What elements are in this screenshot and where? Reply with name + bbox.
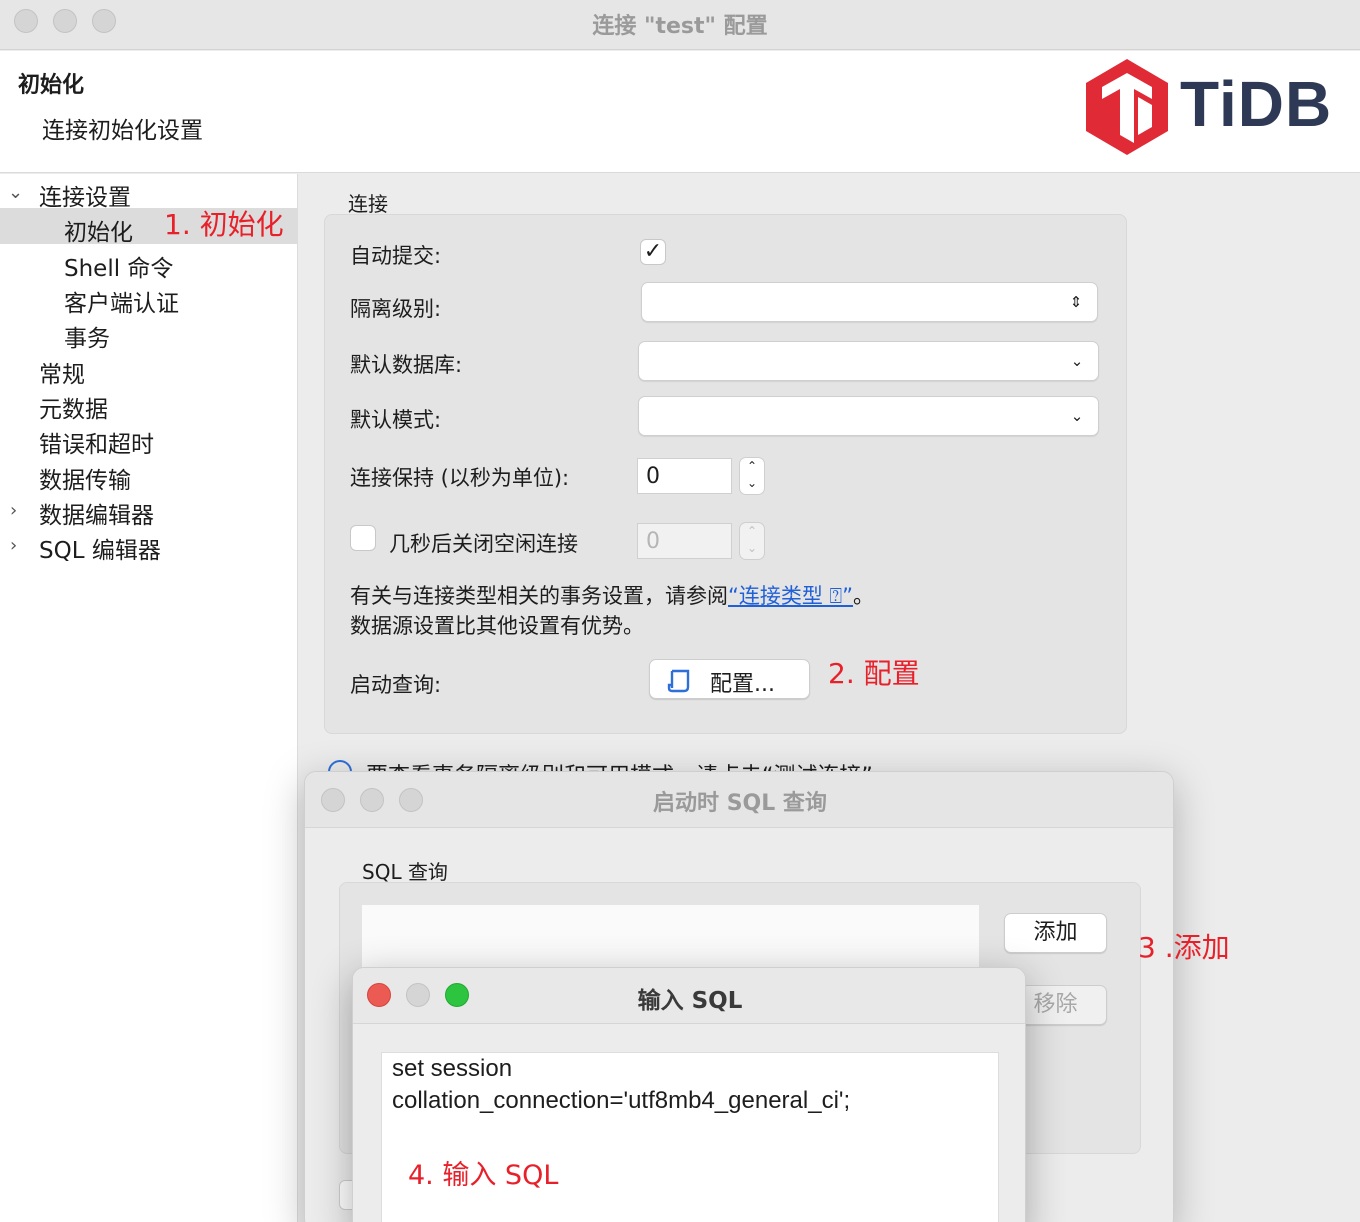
default-db-label: 默认数据库: [350,353,463,377]
annotation-step2: 2. 配置 [828,657,920,690]
hint-row: 要查看事务隔离级别和可用模式，请点击“测试连接” [328,758,1128,772]
startup-sql-dialog-titlebar: 启动时 SQL 查询 [305,772,1173,828]
configure-button-label: 配置... [710,672,775,697]
enter-sql-dialog-title: 输入 SQL [637,988,743,1014]
title-bar: 连接 "test" 配置 [0,0,1360,50]
enter-sql-dialog: 输入 SQL set session collation_connection=… [352,967,1026,1222]
datasource-info-text: 数据源设置比其他设置有优势。 [350,614,644,638]
sql-query-list[interactable] [362,905,979,969]
close-idle-label: 几秒后关闭空闲连接 [389,532,578,556]
sql-query-group-label: SQL 查询 [362,860,448,884]
sidebar-item-data-editor[interactable]: 数据编辑器 [39,496,154,530]
connection-group-label: 连接 [348,192,388,216]
sidebar-item-data-transfer[interactable]: 数据传输 [39,461,131,495]
page-title: 初始化 [18,73,85,98]
sidebar-item-client-auth[interactable]: 客户端认证 [64,284,179,318]
info-text-prefix: 有关与连接类型相关的事务设置，请参阅 [350,584,728,608]
chevron-down-icon: ⌄ [1070,407,1084,425]
tidb-logo-icon [1086,59,1168,155]
sidebar-item-general[interactable]: 常规 [39,355,85,389]
keepalive-label: 连接保持 (以秒为单位): [350,466,570,490]
sidebar-item-metadata[interactable]: 元数据 [39,390,108,424]
transaction-info-text: 有关与连接类型相关的事务设置，请参阅“连接类型 ⍰”。 [350,580,874,610]
sidebar: ⌄ 连接设置 初始化 Shell 命令 客户端认证 事务 常规 元数据 错误和超… [0,174,298,1222]
close-idle-checkbox[interactable] [350,525,376,551]
chevron-right-icon[interactable]: › [10,500,17,521]
script-icon [667,669,690,693]
default-schema-label: 默认模式: [350,408,442,432]
startup-sql-dialog-title: 启动时 SQL 查询 [653,791,827,816]
hint-text: 要查看事务隔离级别和可用模式，请点击“测试连接” [366,758,873,772]
sidebar-item-transactions[interactable]: 事务 [64,319,110,353]
sql-textarea[interactable]: set session collation_connection='utf8mb… [381,1052,999,1222]
sidebar-item-connection-settings[interactable]: 连接设置 [39,178,131,212]
keepalive-stepper[interactable]: ⌃ ⌄ [739,457,765,495]
page-header: 初始化 连接初始化设置 TiDB [0,51,1360,173]
chevron-down-icon: ⌄ [1070,352,1084,370]
annotation-step1: 1. 初始化 [164,208,284,241]
sidebar-item-errors-timeouts[interactable]: 错误和超时 [39,425,154,459]
chevron-right-icon[interactable]: › [10,535,17,556]
connection-type-link[interactable]: “连接类型 ⍰” [728,584,853,608]
default-schema-select[interactable]: ⌄ [638,396,1099,436]
logo-text: TiDB [1180,68,1333,140]
default-db-select[interactable]: ⌄ [638,341,1099,381]
close-idle-stepper[interactable]: ⌃ ⌄ [739,522,765,560]
auto-commit-checkbox[interactable]: ✓ [640,239,666,265]
sidebar-item-sql-editor[interactable]: SQL 编辑器 [39,531,161,565]
annotation-step3: 3 .添加 [1138,931,1230,964]
sidebar-item-initialization[interactable]: 初始化 [64,213,133,247]
enter-sql-dialog-titlebar: 输入 SQL [353,968,1025,1024]
isolation-label: 隔离级别: [350,297,442,321]
close-idle-input[interactable]: 0 [637,523,732,559]
page-subtitle: 连接初始化设置 [42,118,203,144]
sql-line-1: set session [392,1055,513,1082]
configure-button[interactable]: 配置... [649,659,810,699]
startup-query-label: 启动查询: [350,673,442,697]
isolation-select[interactable]: ⇕ [641,282,1098,322]
chevron-down-icon[interactable]: ⌄ [8,182,23,203]
info-text-suffix: 。 [853,584,875,608]
auto-commit-label: 自动提交: [350,244,442,268]
window-title: 连接 "test" 配置 [592,14,768,39]
add-button[interactable]: 添加 [1004,913,1107,953]
sidebar-item-shell-commands[interactable]: Shell 命令 [64,249,173,283]
sql-line-2: collation_connection='utf8mb4_general_ci… [392,1087,851,1114]
keepalive-input[interactable]: 0 [637,458,732,494]
annotation-step4: 4. 输入 SQL [408,1160,559,1191]
tidb-logo: TiDB [1082,57,1342,157]
up-down-chevron-icon: ⇕ [1069,293,1083,311]
